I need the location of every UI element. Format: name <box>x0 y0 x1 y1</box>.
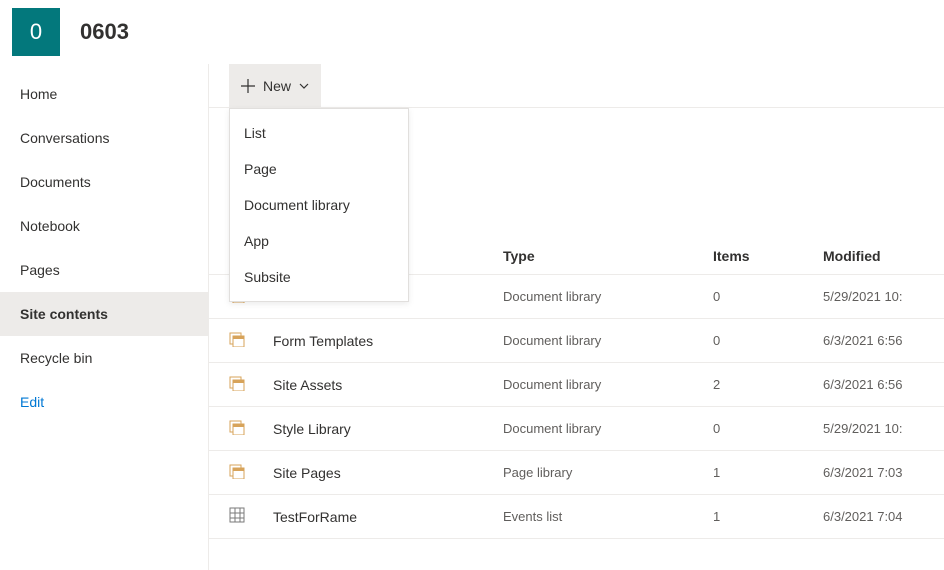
table-row[interactable]: Style LibraryDocument library05/29/2021 … <box>209 407 944 451</box>
column-header-items[interactable]: Items <box>705 238 815 275</box>
row-type: Document library <box>495 407 705 451</box>
row-type: Page library <box>495 451 705 495</box>
sidebar-item-pages[interactable]: Pages <box>0 248 208 292</box>
row-name[interactable]: Site Pages <box>265 451 495 495</box>
sidebar-item-recycle-bin[interactable]: Recycle bin <box>0 336 208 380</box>
table-row[interactable]: Site AssetsDocument library26/3/2021 6:5… <box>209 363 944 407</box>
row-name[interactable]: Form Templates <box>265 319 495 363</box>
sidebar-nav: Home Conversations Documents Notebook Pa… <box>0 64 209 570</box>
row-items: 0 <box>705 407 815 451</box>
list-icon <box>209 495 265 539</box>
row-name[interactable]: Site Assets <box>265 363 495 407</box>
document-library-icon <box>209 407 265 451</box>
table-row[interactable]: Site PagesPage library16/3/2021 7:03 <box>209 451 944 495</box>
row-type: Events list <box>495 495 705 539</box>
sidebar-item-conversations[interactable]: Conversations <box>0 116 208 160</box>
dropdown-item-document-library[interactable]: Document library <box>230 187 408 223</box>
sidebar-item-documents[interactable]: Documents <box>0 160 208 204</box>
document-library-icon <box>209 451 265 495</box>
site-header: 0 0603 <box>0 0 944 64</box>
row-modified: 6/3/2021 6:56 <box>815 319 944 363</box>
row-type: Document library <box>495 275 705 319</box>
site-logo: 0 <box>12 8 60 56</box>
sidebar-edit-link[interactable]: Edit <box>0 380 208 424</box>
sidebar-item-home[interactable]: Home <box>0 72 208 116</box>
table-row[interactable]: TestForRameEvents list16/3/2021 7:04 <box>209 495 944 539</box>
dropdown-item-page[interactable]: Page <box>230 151 408 187</box>
main-content: New List Page Document library App Subsi… <box>209 64 944 570</box>
column-header-modified[interactable]: Modified <box>815 238 944 275</box>
row-items: 0 <box>705 319 815 363</box>
new-dropdown-menu: List Page Document library App Subsite <box>229 108 409 302</box>
plus-icon <box>241 79 255 93</box>
document-library-icon <box>209 319 265 363</box>
row-modified: 6/3/2021 7:03 <box>815 451 944 495</box>
new-button[interactable]: New <box>229 64 321 108</box>
chevron-down-icon <box>299 83 309 89</box>
column-header-type[interactable]: Type <box>495 238 705 275</box>
row-items: 2 <box>705 363 815 407</box>
document-library-icon <box>209 363 265 407</box>
row-modified: 6/3/2021 6:56 <box>815 363 944 407</box>
row-items: 1 <box>705 495 815 539</box>
row-modified: 5/29/2021 10: <box>815 275 944 319</box>
row-type: Document library <box>495 319 705 363</box>
command-bar: New <box>209 64 944 108</box>
row-type: Document library <box>495 363 705 407</box>
dropdown-item-list[interactable]: List <box>230 115 408 151</box>
table-row[interactable]: Form TemplatesDocument library06/3/2021 … <box>209 319 944 363</box>
dropdown-item-app[interactable]: App <box>230 223 408 259</box>
new-button-label: New <box>263 78 291 94</box>
row-name[interactable]: TestForRame <box>265 495 495 539</box>
sidebar-item-notebook[interactable]: Notebook <box>0 204 208 248</box>
dropdown-item-subsite[interactable]: Subsite <box>230 259 408 295</box>
row-name[interactable]: Style Library <box>265 407 495 451</box>
row-items: 1 <box>705 451 815 495</box>
site-title: 0603 <box>80 19 129 45</box>
row-items: 0 <box>705 275 815 319</box>
row-modified: 5/29/2021 10: <box>815 407 944 451</box>
row-modified: 6/3/2021 7:04 <box>815 495 944 539</box>
sidebar-item-site-contents[interactable]: Site contents <box>0 292 208 336</box>
